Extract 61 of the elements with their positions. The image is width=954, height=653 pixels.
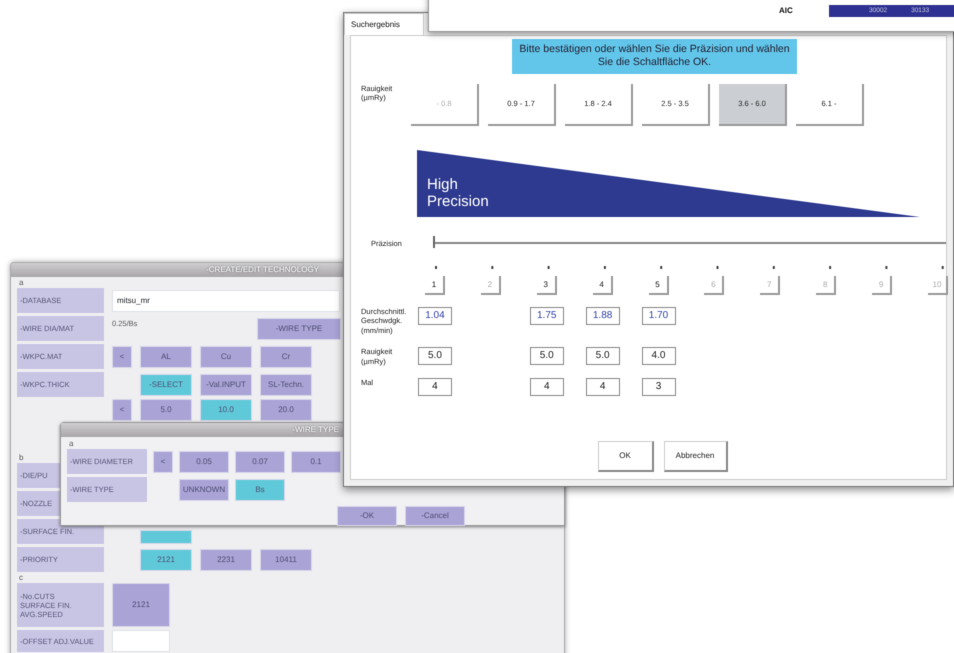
option-button[interactable]: 2121: [140, 548, 192, 570]
option-button[interactable]: 20.0: [260, 399, 312, 421]
option-button[interactable]: 5.0: [140, 399, 192, 421]
option-button[interactable]: UNKNOWN: [179, 478, 229, 500]
level-button[interactable]: 7: [760, 276, 780, 295]
wire-cancel-button[interactable]: -Cancel: [405, 506, 465, 526]
result-ok-button[interactable]: OK: [598, 441, 654, 472]
level-button[interactable]: 4: [592, 276, 613, 295]
text-field[interactable]: mitsu_mr: [112, 290, 340, 312]
value-field: 1.70: [642, 307, 676, 325]
level-button[interactable]: 8: [816, 276, 836, 295]
option-button[interactable]: -Val.INPUT: [200, 374, 252, 396]
option-button[interactable]: AL: [140, 346, 192, 368]
result-cancel-button[interactable]: Abbrechen: [664, 441, 728, 472]
value-field: 5.0: [586, 347, 620, 366]
value-field: 4: [530, 378, 564, 396]
level-button[interactable]: 2: [480, 276, 501, 295]
option-button[interactable]: Cu: [200, 346, 252, 368]
value-field: 5.0: [530, 347, 564, 366]
option-button[interactable]: 0.05: [179, 450, 229, 472]
value-field: 1.88: [586, 307, 620, 325]
dialog-title: -WIRE TYPE: [292, 425, 339, 434]
option-button[interactable]: <: [153, 450, 173, 472]
wire-type-button[interactable]: -WIRE TYPE: [257, 318, 341, 340]
tab[interactable]: Suchergebnis: [344, 13, 424, 35]
value-field: 3: [642, 378, 676, 396]
value-field: 4: [586, 378, 620, 396]
option-button[interactable]: SL-Techn.: [260, 374, 312, 396]
value-field: 5.0: [418, 347, 452, 366]
value-field: 1.75: [530, 307, 564, 325]
instruction-banner: Bitte bestätigen oder wählen Sie die Präzision und wählen Sie die Schaltfläche OK.: [512, 39, 797, 74]
option-button[interactable]: <: [112, 399, 132, 421]
level-button[interactable]: 1: [424, 276, 445, 295]
option-button[interactable]: 10411: [260, 548, 312, 570]
value-field: 1.04: [418, 307, 452, 325]
section-label: a: [18, 278, 24, 288]
option-button[interactable]: 10.0: [200, 399, 252, 421]
window-title: -CREATE/EDIT TECHNOLOGY: [206, 265, 319, 274]
row-label: AIC: [779, 5, 794, 17]
wire-ok-button[interactable]: -OK: [337, 506, 397, 526]
level-button[interactable]: 6: [704, 276, 724, 295]
option-button[interactable]: 2121: [112, 583, 170, 627]
option-button[interactable]: Cr: [260, 346, 312, 368]
option-button[interactable]: [140, 530, 192, 544]
option-button[interactable]: -SELECT: [140, 374, 192, 396]
level-button[interactable]: 10: [928, 276, 948, 295]
option-button[interactable]: <: [112, 346, 132, 368]
option-button[interactable]: 0.1: [291, 450, 341, 472]
level-button[interactable]: 3: [536, 276, 557, 295]
level-button[interactable]: 5: [648, 276, 668, 295]
option-button[interactable]: Bs: [235, 478, 285, 500]
option-button[interactable]: 0.07: [235, 450, 285, 472]
level-button[interactable]: 9: [872, 276, 892, 295]
wedge-label: High Precision: [427, 176, 489, 210]
section-label: b: [18, 453, 24, 463]
value-field: 4: [418, 378, 452, 396]
section-label: c: [18, 573, 23, 583]
option-button[interactable]: 2231: [200, 548, 252, 570]
text-field[interactable]: [112, 630, 170, 652]
value-field: 4.0: [642, 347, 676, 366]
section-label: a: [68, 439, 74, 449]
